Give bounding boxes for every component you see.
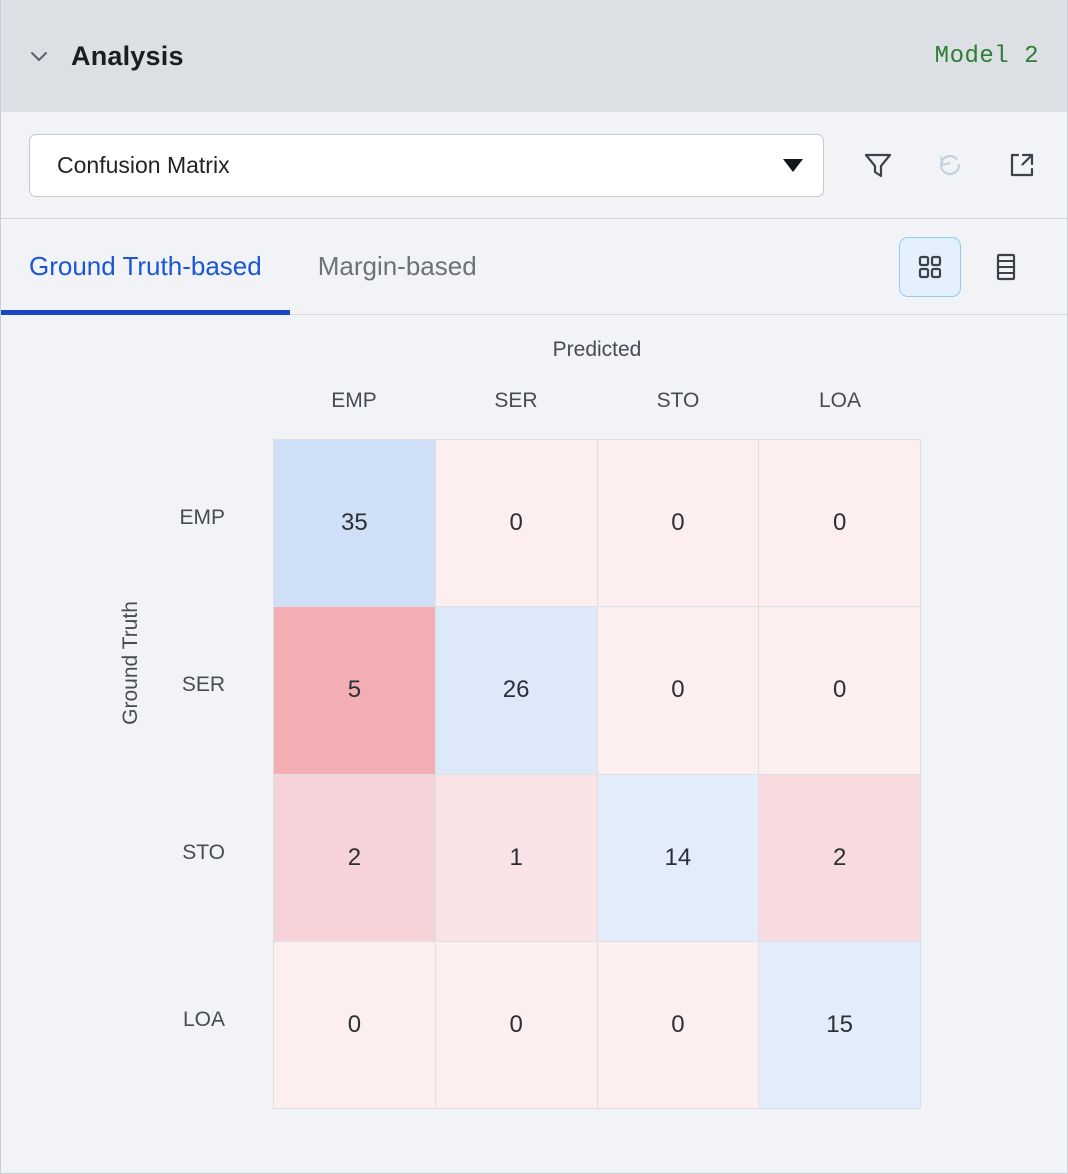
matrix-cell[interactable]: 26 <box>435 607 597 774</box>
column-header-sto: STO <box>656 389 700 412</box>
analysis-type-select[interactable]: Confusion Matrix <box>29 133 824 197</box>
matrix-cell[interactable]: 0 <box>597 941 759 1108</box>
x-axis-label: Predicted <box>552 338 642 361</box>
matrix-cell[interactable]: 14 <box>597 774 759 941</box>
matrix-cell[interactable]: 0 <box>274 941 435 1108</box>
view-toggle-group <box>899 219 1043 314</box>
column-header-emp: EMP <box>331 389 377 412</box>
panel-header: Analysis Model 2 <box>1 0 1067 112</box>
chevron-down-icon[interactable] <box>25 42 53 70</box>
matrix-cell[interactable]: 2 <box>274 774 435 941</box>
row-header-sto: STO <box>182 840 225 864</box>
tab-ground-truth-based[interactable]: Ground Truth-based <box>1 219 290 315</box>
matrix-cell[interactable]: 2 <box>759 774 920 941</box>
matrix-grid: 35 0 0 0 5 26 0 0 2 1 14 2 0 0 0 15 <box>273 439 921 1109</box>
row-header-loa: LOA <box>182 1008 225 1032</box>
column-headers: EMP SER STO LOA <box>273 389 921 413</box>
grid-view-icon[interactable] <box>899 236 961 297</box>
column-header-ser: SER <box>494 389 538 412</box>
table-view-icon[interactable] <box>975 237 1037 297</box>
matrix-cell[interactable]: 0 <box>597 440 759 607</box>
matrix-cell[interactable]: 0 <box>759 607 920 774</box>
analysis-type-select-value: Confusion Matrix <box>57 151 230 178</box>
matrix-cell[interactable]: 1 <box>435 774 597 941</box>
analysis-tabs: Ground Truth-based Margin-based <box>1 219 1067 315</box>
tab-label: Margin-based <box>317 251 477 281</box>
matrix-cell[interactable]: 0 <box>759 440 920 607</box>
row-header-ser: SER <box>181 673 225 697</box>
reset-icon[interactable] <box>914 135 986 195</box>
caret-down-icon <box>783 158 803 172</box>
matrix-cell[interactable]: 0 <box>435 440 597 607</box>
matrix-cell[interactable]: 5 <box>274 607 435 774</box>
matrix-cell[interactable]: 35 <box>274 440 435 607</box>
panel-header-left: Analysis <box>25 41 935 72</box>
analysis-panel: Analysis Model 2 Confusion Matrix Ground… <box>0 0 1068 1174</box>
open-external-icon[interactable] <box>986 135 1058 195</box>
model-tag: Model 2 <box>934 42 1039 70</box>
column-header-loa: LOA <box>818 389 862 412</box>
matrix-cell[interactable]: 15 <box>759 941 920 1108</box>
toolbar-icon-group <box>842 135 1058 195</box>
filter-icon[interactable] <box>842 135 914 195</box>
row-headers: EMP SER STO LOA <box>121 439 225 1109</box>
tab-label: Ground Truth-based <box>29 251 262 281</box>
confusion-matrix-view: Predicted EMP SER STO LOA Ground Truth E… <box>1 315 1067 1173</box>
row-header-emp: EMP <box>179 505 225 529</box>
matrix-cell[interactable]: 0 <box>597 607 759 774</box>
tab-margin-based[interactable]: Margin-based <box>290 219 505 314</box>
page-title: Analysis <box>71 40 184 71</box>
analysis-toolbar: Confusion Matrix <box>1 112 1067 219</box>
matrix-cell[interactable]: 0 <box>435 941 597 1108</box>
tabs-spacer <box>505 219 899 314</box>
